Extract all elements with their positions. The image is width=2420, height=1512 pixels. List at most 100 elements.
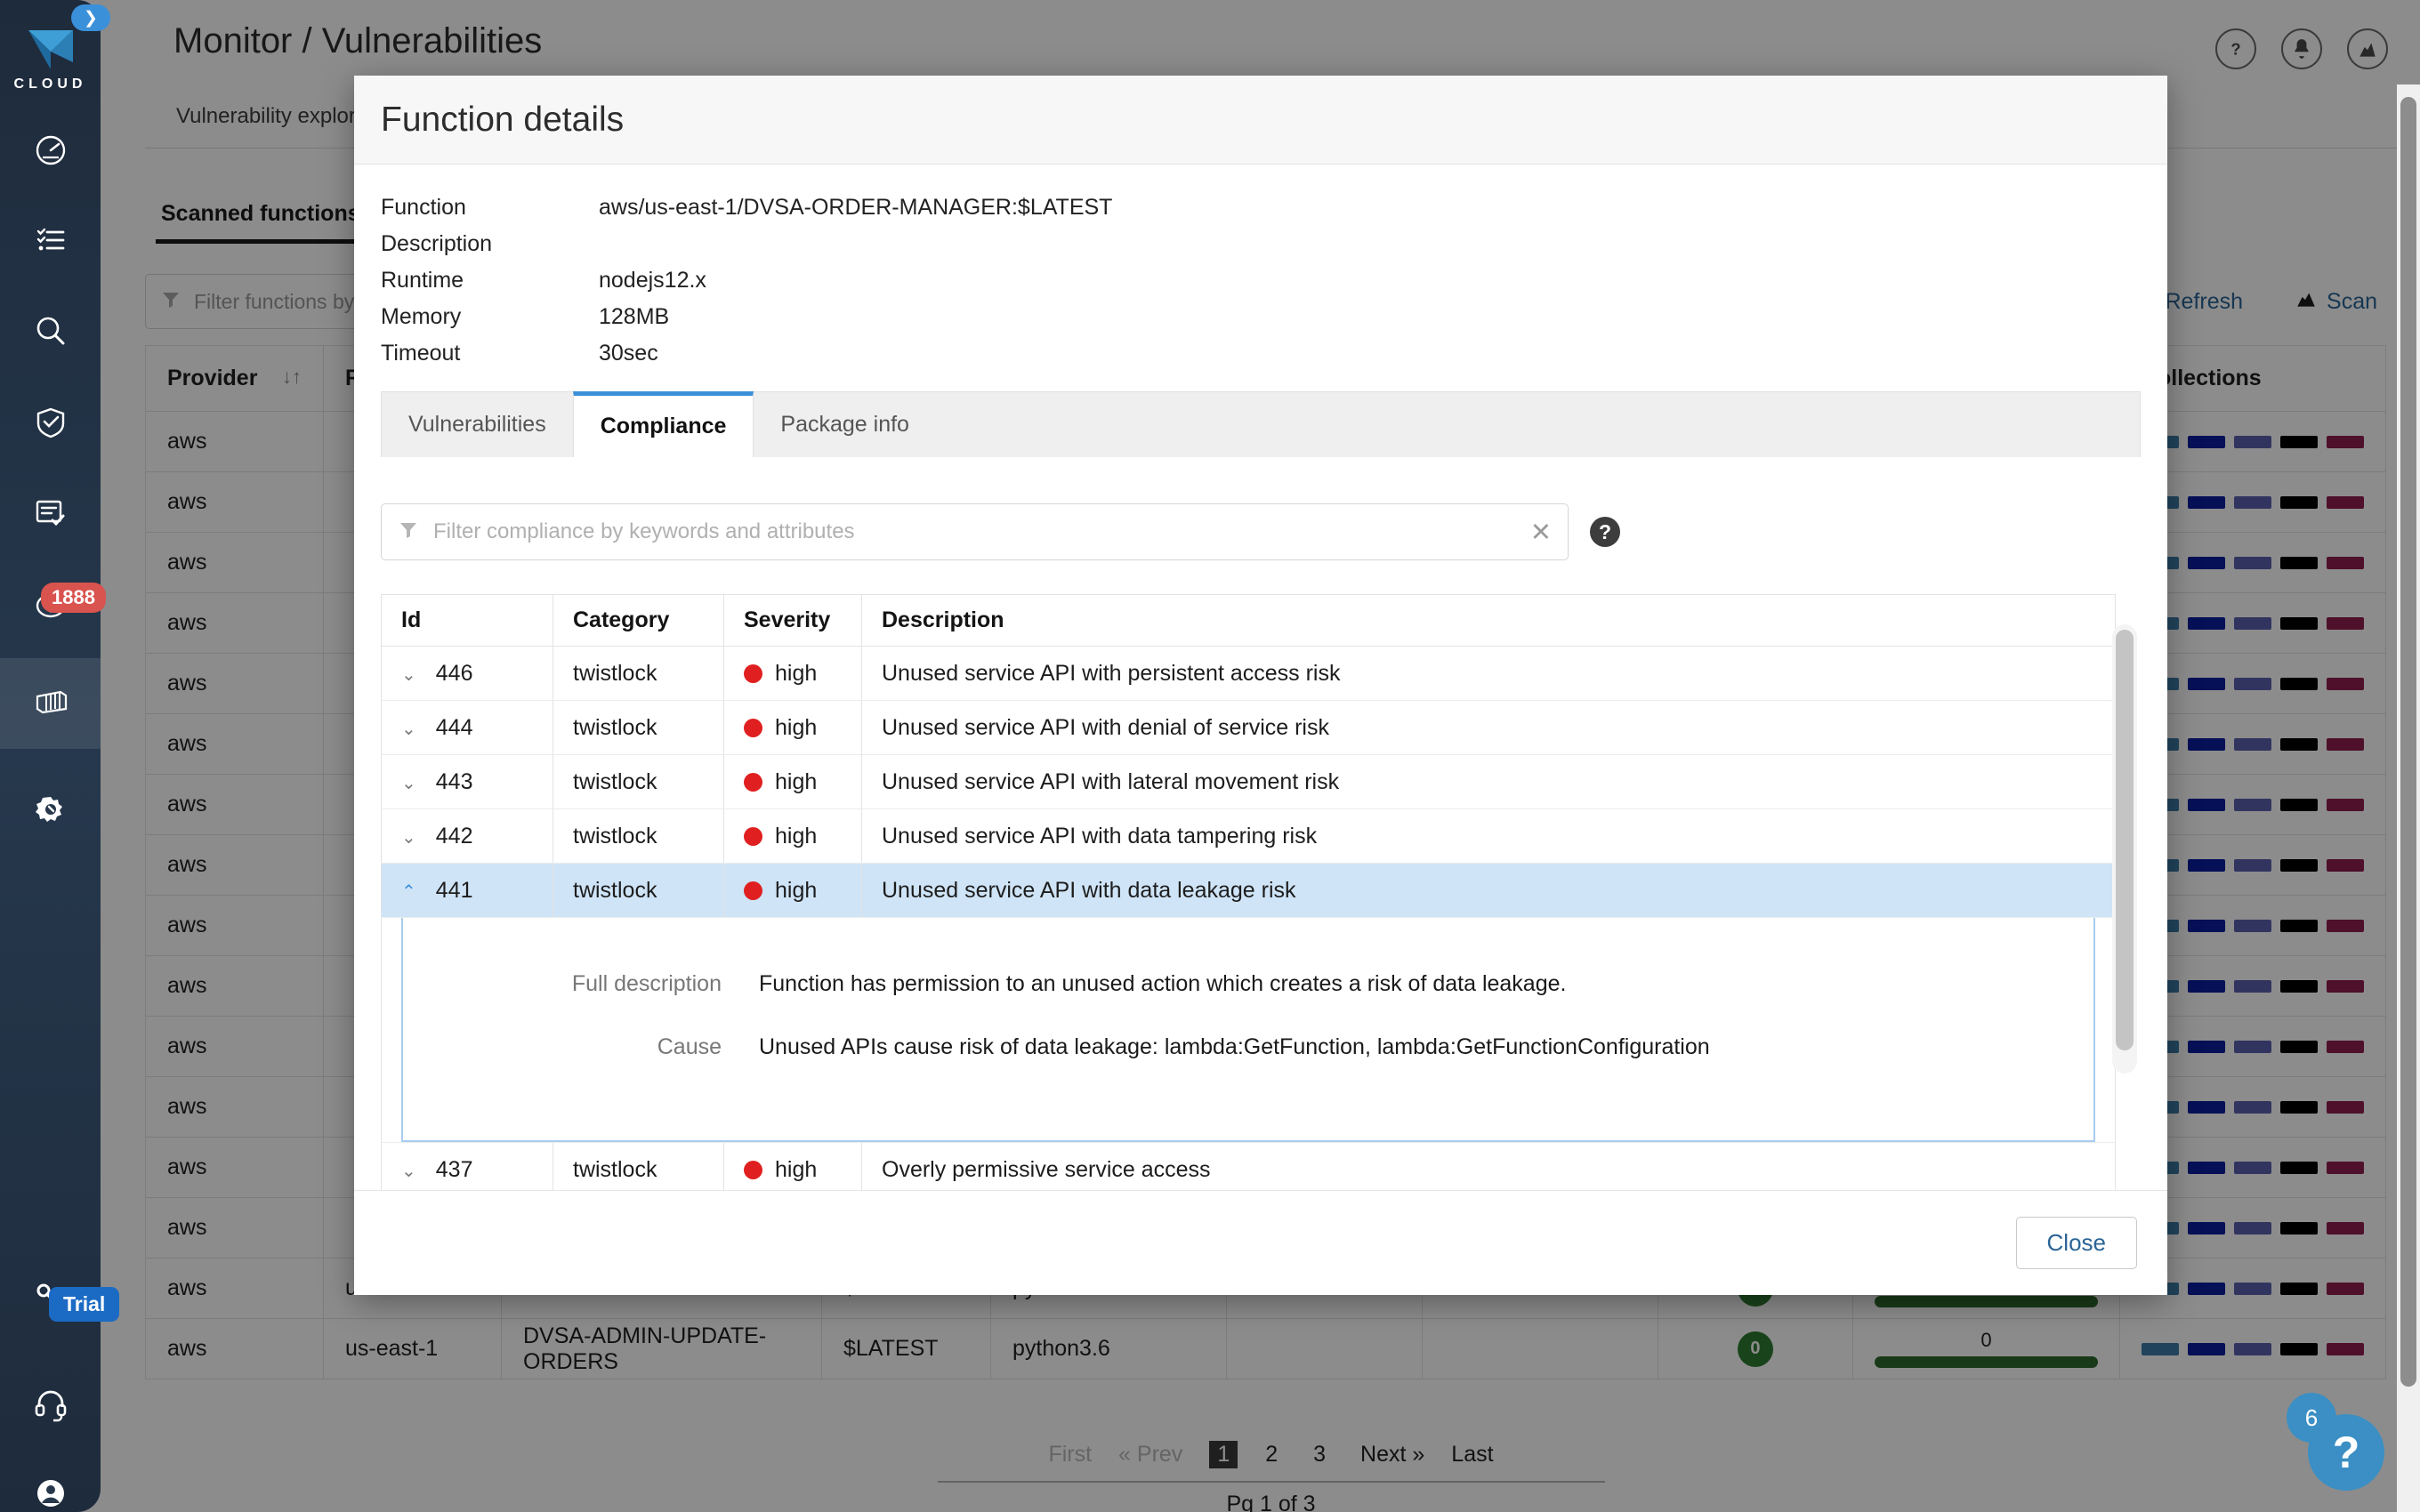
table-cell: aws	[145, 955, 324, 1017]
sidebar-item-support[interactable]	[0, 1361, 101, 1452]
chevron-down-icon[interactable]: ⌄	[401, 720, 416, 739]
pagination-first[interactable]: First	[1048, 1442, 1092, 1468]
compliance-cell-description: Unused service API with persistent acces…	[861, 646, 2116, 701]
sort-arrows-icon[interactable]: ↓↑	[282, 366, 302, 389]
topbar-icon-group: ?	[2215, 28, 2388, 69]
sidebar-item-monitor[interactable]	[0, 288, 101, 379]
scan-label: Scan	[2327, 288, 2377, 314]
compliance-column-category[interactable]: Category	[553, 594, 724, 647]
compliance-row[interactable]: ⌄ 446 twistlock high Unused service API with…	[381, 646, 2116, 701]
table-cell-vulnerabilities: 0	[1658, 1318, 1853, 1379]
compliance-cell-id: ⌃ 441	[381, 863, 553, 918]
gear-wrench-icon	[31, 789, 70, 832]
compliance-scrollbar[interactable]	[2112, 624, 2137, 1074]
meta-label: Description	[381, 231, 493, 256]
compliance-cell-severity: high	[723, 700, 862, 755]
help-icon[interactable]: ?	[2215, 28, 2256, 69]
collection-chip	[2233, 1282, 2271, 1295]
compliance-cell-severity: high	[723, 808, 862, 864]
sidebar-item-dashboard[interactable]	[0, 107, 101, 197]
collection-chip	[2279, 616, 2318, 630]
close-icon[interactable]: ✕	[1530, 517, 1552, 548]
tab-scanned-functions[interactable]: Scanned functions	[156, 201, 366, 244]
pagination-page-3[interactable]: 3	[1305, 1441, 1334, 1468]
compliance-column-description[interactable]: Description	[861, 594, 2116, 647]
collection-chip	[2279, 919, 2318, 932]
page-scrollbar-thumb[interactable]	[2400, 97, 2416, 1387]
chevron-down-icon[interactable]: ⌄	[401, 774, 416, 793]
sidebar-toggle-button[interactable]: ❯	[71, 4, 110, 31]
compliance-row[interactable]: ⌄ 442 twistlock high Unused service API with…	[381, 808, 2116, 864]
question-mark-icon[interactable]: ?	[1590, 517, 1620, 547]
bell-icon[interactable]	[2281, 28, 2322, 69]
detail-label: Cause	[657, 1034, 722, 1059]
collection-chip	[2326, 1282, 2364, 1295]
tab-compliance[interactable]: Compliance	[572, 391, 754, 457]
help-widget[interactable]: 6 ?	[2287, 1393, 2384, 1491]
compliance-cell-category: twistlock	[553, 863, 724, 918]
compliance-cell-description: Unused service API with denial of servic…	[861, 700, 2116, 755]
compliance-filter-input[interactable]: Filter compliance by keywords and attrib…	[381, 503, 1569, 560]
collection-chip	[2233, 435, 2271, 448]
collection-chip	[2326, 1100, 2364, 1114]
meta-label: Memory	[381, 304, 462, 329]
collection-chip	[2326, 1161, 2364, 1174]
table-cell: aws	[145, 653, 324, 714]
meta-row: Runtime nodejs12.x	[381, 262, 1112, 299]
pagination-next[interactable]: Next »	[1360, 1442, 1424, 1468]
table-row[interactable]: aws us-east-1 DVSA-ADMIN-UPDATE-ORDERS $LAT…	[145, 1318, 2386, 1379]
tab-package-info[interactable]: Package info	[754, 392, 936, 457]
function-meta-table: Function aws/us-east-1/DVSA-ORDER-MANAGER…	[381, 189, 1112, 372]
chevron-up-icon[interactable]: ⌃	[401, 882, 416, 902]
chevron-down-icon[interactable]: ⌄	[401, 665, 416, 685]
collection-chip	[2187, 1100, 2225, 1114]
pagination-page-1[interactable]: 1	[1209, 1441, 1238, 1468]
pagination-page-2[interactable]: 2	[1257, 1441, 1286, 1468]
collection-chip	[2326, 1040, 2364, 1053]
container-icon	[31, 682, 70, 726]
pagination-last[interactable]: Last	[1451, 1442, 1493, 1468]
collection-chip	[2279, 435, 2318, 448]
collection-chips	[2141, 979, 2364, 993]
tabstrip-filler	[936, 392, 2140, 457]
collection-chip	[2233, 1100, 2271, 1114]
page-scrollbar[interactable]	[2397, 84, 2420, 1512]
compliance-row[interactable]: ⌄ 443 twistlock high Unused service API with…	[381, 754, 2116, 809]
collection-chip	[2326, 616, 2364, 630]
shield-check-icon	[31, 403, 70, 446]
modal-body: Function aws/us-east-1/DVSA-ORDER-MANAGER…	[354, 165, 2167, 1190]
compliance-cell-id: ⌄ 446	[381, 646, 553, 701]
tab-vulnerabilities[interactable]: Vulnerabilities	[382, 392, 573, 457]
logo-mark-icon	[23, 27, 78, 73]
column-header-provider[interactable]: Provider ↓↑	[145, 345, 324, 412]
compliance-cell-id: ⌄ 437	[381, 1142, 553, 1190]
collection-chips	[2141, 1100, 2364, 1114]
sidebar-item-account[interactable]	[0, 1450, 101, 1512]
chevron-down-icon[interactable]: ⌄	[401, 828, 416, 848]
compliance-row[interactable]: ⌄ 444 twistlock high Unused service API with…	[381, 700, 2116, 755]
subnav-item-vulnerability-explorer[interactable]: Vulnerability explorer	[176, 104, 375, 129]
meta-row: Timeout 30sec	[381, 335, 1112, 372]
severity-label: high	[775, 1156, 818, 1182]
chart-icon[interactable]	[2347, 28, 2388, 69]
sidebar-item-defend[interactable]	[0, 379, 101, 470]
table-cell-collections	[2118, 1318, 2386, 1379]
collection-chip	[2279, 1040, 2318, 1053]
checklist-icon	[31, 221, 70, 265]
compliance-column-id[interactable]: Id	[381, 594, 553, 647]
sidebar-item-containers[interactable]	[0, 658, 101, 749]
compliance-scrollbar-thumb[interactable]	[2116, 630, 2134, 1050]
compliance-row[interactable]: ⌃ 441 twistlock high Unused service API with…	[381, 863, 2116, 918]
sidebar-item-compliance[interactable]	[0, 470, 101, 560]
sidebar-item-manage[interactable]	[0, 765, 101, 856]
compliance-column-severity[interactable]: Severity	[723, 594, 862, 647]
help-widget-icon[interactable]: ?	[2308, 1414, 2384, 1491]
compliance-row[interactable]: ⌄ 437 twistlock high Overly permissive servi…	[381, 1142, 2116, 1190]
chevron-down-icon[interactable]: ⌄	[401, 1162, 416, 1181]
close-button[interactable]: Close	[2015, 1217, 2137, 1269]
scan-button[interactable]: Scan	[2295, 287, 2377, 317]
risk-meter: 0	[1874, 1329, 2098, 1369]
modal-tabs: Vulnerabilities Compliance Package info	[381, 391, 2141, 457]
sidebar-item-radars[interactable]	[0, 197, 101, 288]
pagination-prev[interactable]: « Prev	[1118, 1442, 1182, 1468]
